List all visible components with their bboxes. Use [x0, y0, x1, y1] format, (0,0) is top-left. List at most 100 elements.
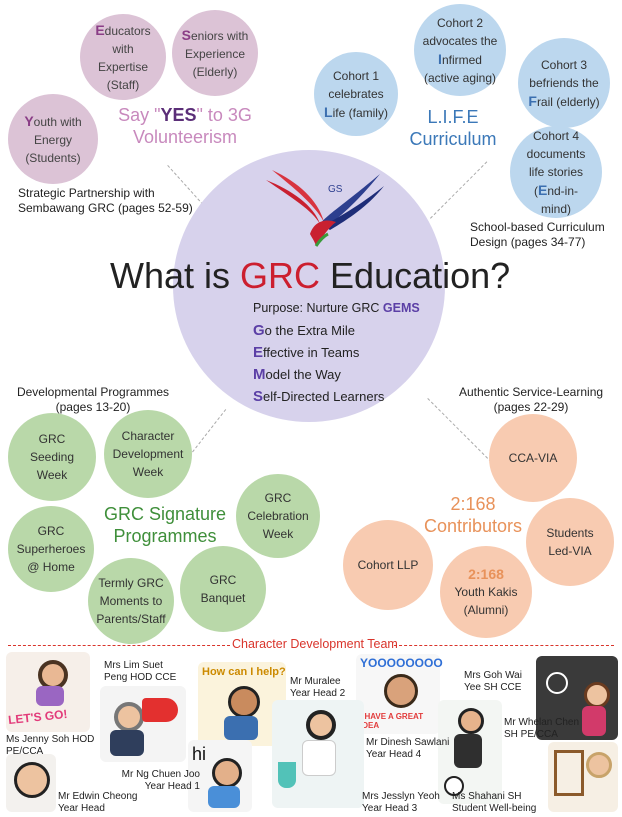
curriculum-word: Curriculum — [409, 129, 497, 149]
cohort2-pre: Cohort 2 advocates the — [422, 15, 498, 48]
muralee-body-icon — [224, 716, 258, 740]
easel-icon — [554, 750, 584, 796]
title-start: What is — [110, 255, 241, 296]
signature-line1: GRC Signature — [103, 504, 227, 524]
character-week-circle: Character Development Week — [104, 410, 192, 498]
cohort1-post: ife (family) — [332, 105, 388, 120]
superheroes-circle: GRC Superheroes @ Home — [8, 506, 94, 592]
contributors-word: Contributors — [423, 516, 523, 536]
team-divider-right — [394, 645, 614, 646]
volunteerism-slogan: Say "YES" to 3G Volunteerism — [105, 104, 265, 148]
youth-kakis-number: 2:168 — [468, 566, 504, 582]
curriculum-design-label: School-based Curriculum Design (pages 34… — [470, 220, 605, 249]
celebration-week-text: GRC Celebration Week — [247, 491, 309, 541]
contributors-ratio: 2:168 — [450, 494, 496, 514]
avatar-lim — [100, 686, 186, 762]
seeding-week-circle: GRC Seeding Week — [8, 413, 96, 501]
goh-body-icon — [582, 706, 606, 736]
lightbulb-icon — [546, 672, 568, 694]
svg-text:GS: GS — [328, 184, 343, 195]
lets-go-sticker: LET'S GO! — [7, 706, 69, 728]
name-sawlani: Mr Dinesh Sawlani Year Head 4 — [366, 737, 450, 760]
avatar-yeoh — [272, 700, 364, 808]
youth-kakis-text: Youth Kakis (Alumni) — [454, 585, 518, 617]
superheroes-text: GRC Superheroes @ Home — [16, 524, 86, 574]
cohort2-circle: Cohort 2 advocates the Infirmed (active … — [414, 4, 506, 96]
cca-via-circle: CCA-VIA — [489, 414, 577, 502]
team-title: Character Development Team — [232, 637, 398, 651]
gems-m-initial: M — [253, 366, 266, 383]
idea-sticker: I HAVE A GREAT IDEA — [360, 712, 424, 730]
goh-face-icon — [584, 682, 610, 708]
soh-body-icon — [36, 686, 64, 706]
avatar-cheong — [6, 754, 56, 812]
students-led-via-circle: Students Led-VIA — [526, 498, 614, 586]
lim-face-icon — [114, 702, 144, 732]
gems-s: Self-Directed Learners — [253, 386, 384, 408]
slogan-yes: YES — [160, 105, 197, 125]
help-sticker: How can I help? — [202, 666, 286, 678]
termly-moments-text: Termly GRC Moments to Parents/Staff — [96, 576, 166, 626]
gems-list: Go the Extra Mile Effective in Teams Mod… — [253, 320, 384, 408]
youth-initial: Y — [24, 112, 34, 129]
ng-face-icon — [212, 758, 242, 788]
cohort4-circle: Cohort 4 documents life stories (End-in-… — [510, 126, 602, 218]
service-label: Authentic Service-Learning (pages 22-29) — [458, 385, 604, 414]
avatar-soh: LET'S GO! — [6, 652, 90, 732]
life-curriculum-title: L.I.F.E Curriculum — [398, 106, 508, 150]
gems-s-initial: S — [253, 388, 264, 405]
termly-moments-circle: Termly GRC Moments to Parents/Staff — [88, 558, 174, 644]
shahani-face-icon — [586, 752, 612, 778]
banquet-text: GRC Banquet — [200, 573, 246, 605]
name-ng: Mr Ng Chuen Joo Year Head 1 — [121, 769, 200, 792]
muralee-face-icon — [228, 686, 260, 718]
title-end: Education? — [320, 255, 511, 296]
gems-m-text: odel the Way — [265, 367, 341, 382]
purpose-line: Purpose: Nurture GRC GEMS — [253, 301, 420, 315]
celebration-week-circle: GRC Celebration Week — [236, 474, 320, 558]
educators-circle: Educators with Expertise (Staff) — [80, 14, 166, 100]
banquet-circle: GRC Banquet — [180, 546, 266, 632]
sawlani-face-icon — [384, 674, 418, 708]
contributors-title: 2:168 Contributors — [415, 493, 531, 537]
cca-via-text: CCA-VIA — [508, 451, 558, 465]
yeoh-face-icon — [306, 710, 336, 740]
centre-title: What is GRC Education? — [110, 255, 510, 297]
gems-e-initial: E — [253, 344, 264, 361]
students-led-via-text: Students Led-VIA — [546, 526, 594, 558]
purpose-text: Purpose: Nurture GRC — [253, 301, 383, 315]
gems-g-text: o the Extra Mile — [264, 323, 355, 338]
hi-sticker: hi — [192, 744, 207, 764]
youth-text: outh with Energy (Students) — [25, 114, 82, 165]
gems-g: Go the Extra Mile — [253, 320, 384, 342]
slogan-3g: " to 3G — [196, 105, 252, 125]
title-grc: GRC — [240, 255, 321, 296]
partnership-label: Strategic Partnership with Sembawang GRC… — [18, 186, 193, 215]
educators-initial: E — [95, 21, 105, 38]
signature-line2: Programmes — [113, 526, 217, 546]
seeding-week-text: GRC Seeding Week — [29, 432, 75, 482]
megaphone-icon — [142, 698, 178, 722]
gems-e-text: ffective in Teams — [263, 345, 360, 360]
gems-g-initial: G — [253, 322, 265, 339]
educators-text: ducators with Expertise (Staff) — [97, 23, 151, 92]
name-yeoh: Mrs Jesslyn Yeoh Year Head 3 — [362, 791, 440, 814]
gems-s-text: elf-Directed Learners — [263, 389, 385, 404]
gems-m: Model the Way — [253, 364, 384, 386]
youth-circle: Youth with Energy (Students) — [8, 94, 98, 184]
cohort1-circle: Cohort 1 celebrates Life (family) — [314, 52, 398, 136]
name-cheong: Mr Edwin Cheong Year Head — [58, 791, 138, 814]
chen-face-icon — [458, 708, 484, 734]
cohort2-post: nfirmed (active aging) — [423, 52, 497, 85]
yeoh-body-icon — [302, 740, 336, 776]
life-title: L.I.F.E — [427, 107, 479, 127]
cohort1-pre: Cohort 1 celebrates — [328, 68, 384, 101]
name-shahani: Ms Shahani SH Student Well-being — [452, 791, 537, 814]
seniors-initial: S — [181, 26, 191, 43]
connector-life — [430, 161, 488, 219]
cohort1-initial: L — [324, 103, 333, 120]
signature-programmes-title: GRC Signature Programmes — [92, 503, 238, 547]
name-goh: Mrs Goh Wai Yee SH CCE — [464, 670, 522, 693]
character-week-text: Character Development Week — [112, 429, 184, 479]
avatar-sawlani: YOOOOOOOO I HAVE A GREAT IDEA — [356, 654, 443, 734]
